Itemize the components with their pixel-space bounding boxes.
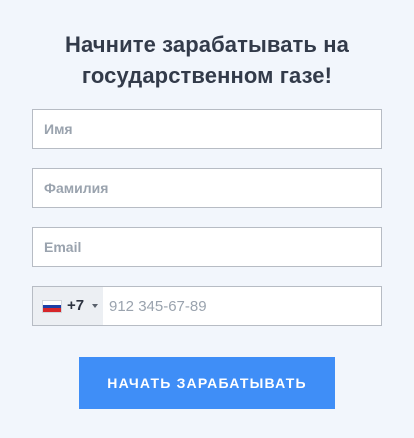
phone-field[interactable]: +7 (32, 286, 382, 326)
last-name-field[interactable] (32, 168, 382, 208)
page-title-line-1: Начните зарабатывать на (65, 32, 349, 57)
email-field[interactable] (32, 227, 382, 267)
chevron-down-icon (92, 304, 98, 308)
russia-flag-icon (42, 300, 62, 313)
first-name-field[interactable] (32, 109, 382, 149)
phone-input[interactable] (103, 287, 381, 325)
first-name-input[interactable] (33, 110, 381, 148)
country-code-dropdown[interactable]: +7 (33, 287, 103, 325)
page-title: Начните зарабатывать на государственном … (0, 29, 414, 91)
page-title-line-2: государственном газе! (81, 63, 333, 88)
last-name-input[interactable] (33, 169, 381, 207)
start-earning-button[interactable]: НАЧАТЬ ЗАРАБАТЫВАТЬ (79, 357, 335, 409)
email-input[interactable] (33, 228, 381, 266)
dial-code: +7 (67, 297, 85, 314)
